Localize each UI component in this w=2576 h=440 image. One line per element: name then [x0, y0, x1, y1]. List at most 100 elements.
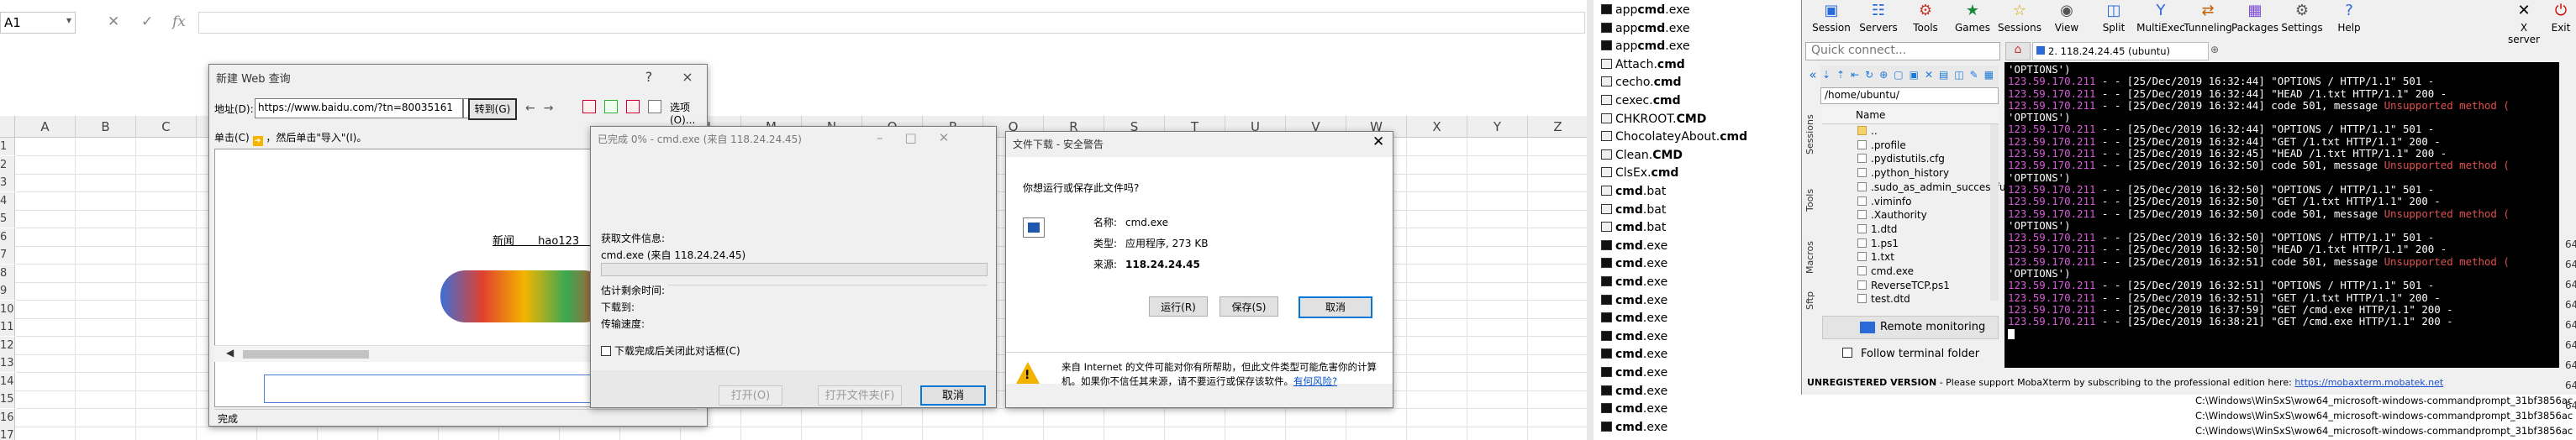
exit-button[interactable]: ⏻ Exit	[2547, 0, 2575, 34]
row-header[interactable]: 15	[0, 390, 15, 408]
list-item[interactable]: CHKROOT.CMD	[1601, 111, 1706, 128]
sftp-file[interactable]: 1.ps1	[1857, 237, 1899, 251]
toolbar-packages-button[interactable]: ▦ Packages	[2229, 0, 2281, 34]
list-item[interactable]: appcmd.exe	[1601, 20, 1690, 38]
list-item[interactable]: cmd.exe	[1601, 419, 1667, 437]
row-header[interactable]: 14	[0, 372, 15, 390]
save-button[interactable]: 保存(S)	[1220, 296, 1278, 317]
list-item[interactable]: Clean.CMD	[1601, 147, 1683, 165]
close-icon[interactable]: ✕	[939, 130, 972, 145]
sftp-file[interactable]: .pydistutils.cfg	[1857, 152, 1945, 166]
sftp-file[interactable]: .profile	[1857, 139, 1906, 153]
xserver-button[interactable]: ✕ X server	[2503, 0, 2545, 45]
toolbar-servers-button[interactable]: ☷ Servers	[1852, 0, 1904, 34]
name-box[interactable]: A1 ▾	[0, 12, 76, 34]
list-item[interactable]: cmd.exe	[1601, 383, 1667, 401]
row-header[interactable]: 7	[0, 246, 15, 264]
row-header[interactable]: 9	[0, 282, 15, 300]
scroll-left-icon[interactable]: ◀	[226, 347, 234, 359]
list-item[interactable]: cmd.exe	[1601, 274, 1667, 291]
sftp-file[interactable]: .sudo_as_admin_successful	[1857, 181, 2009, 195]
column-header[interactable]: Y	[1467, 116, 1528, 138]
row-header[interactable]: 5	[0, 210, 15, 228]
toolbar-multiexec-button[interactable]: Y MultiExec	[2135, 0, 2187, 34]
column-header-name[interactable]: Name	[1822, 107, 1999, 124]
list-item[interactable]: cmd.exe	[1601, 310, 1667, 327]
address-input[interactable]: https://www.baidu.com/?tn=80035161	[255, 98, 463, 118]
column-header[interactable]: X	[1407, 116, 1467, 138]
baidu-doodle[interactable]	[440, 270, 608, 322]
sftp-toolbar-icons[interactable]: ⇣⇡⇤↻⊕▢▣✕▤◫✎▦	[1822, 69, 1999, 81]
sftp-file[interactable]: ReverseTCP.ps1	[1857, 279, 1950, 293]
list-item[interactable]: cmd.exe	[1601, 401, 1667, 418]
column-header[interactable]: C	[136, 116, 197, 138]
side-tab-macros[interactable]: Macros	[1804, 232, 1821, 282]
side-tab-sftp[interactable]: Sftp	[1804, 284, 1821, 317]
row-header[interactable]: 13	[0, 354, 15, 372]
risk-link[interactable]: 有何风险?	[1293, 375, 1337, 387]
row-header[interactable]: 16	[0, 408, 15, 427]
follow-terminal-folder-checkbox[interactable]: Follow terminal folder	[1842, 348, 1979, 360]
toolbar-help-button[interactable]: ? Help	[2323, 0, 2375, 34]
stop-icon[interactable]	[626, 100, 640, 113]
open-button[interactable]: 打开(O)	[719, 385, 782, 406]
quick-connect-input[interactable]: Quick connect...	[1805, 42, 2000, 60]
checkbox-box[interactable]	[601, 346, 611, 356]
list-item[interactable]: appcmd.exe	[1601, 2, 1690, 19]
refresh-icon[interactable]	[604, 100, 618, 113]
column-header[interactable]: A	[15, 116, 76, 138]
sftp-scrollbar[interactable]	[1990, 124, 1999, 301]
maximize-icon[interactable]: □	[905, 130, 939, 145]
list-item[interactable]: cmd.bat	[1601, 219, 1666, 237]
link-news[interactable]: 新闻	[493, 235, 514, 248]
list-item[interactable]: cmd.exe	[1601, 238, 1667, 255]
row-header[interactable]: 1	[0, 138, 15, 155]
row-header[interactable]: 10	[0, 300, 15, 318]
fx-icon[interactable]: fx	[172, 13, 186, 30]
row-header[interactable]: 8	[0, 264, 15, 282]
row-header[interactable]: 11	[0, 318, 15, 336]
home-tab-icon[interactable]: ⌂	[2005, 42, 2031, 60]
list-item[interactable]: Attach.cmd	[1601, 56, 1685, 74]
list-item[interactable]: cecho.cmd	[1601, 74, 1682, 92]
sftp-file[interactable]: 1.txt	[1857, 250, 1894, 265]
help-button[interactable]: ?	[630, 65, 668, 90]
close-button[interactable]: ×	[668, 65, 707, 90]
stop-icon[interactable]	[582, 100, 596, 113]
close-on-complete-checkbox[interactable]: 下载完成后关闭此对话框(C)	[601, 343, 740, 358]
sftp-file[interactable]: .viminfo	[1857, 195, 1911, 209]
list-item[interactable]: cmd.exe	[1601, 364, 1667, 382]
terminal-output[interactable]: 'OPTIONS') 123.59.170.211 - - [25/Dec/201…	[2004, 62, 2559, 368]
list-item[interactable]: cmd.exe	[1601, 346, 1667, 364]
row-header[interactable]: 6	[0, 228, 15, 246]
cancel-icon[interactable]: ✕	[108, 13, 119, 30]
toolbar-games-button[interactable]: ★ Games	[1946, 0, 1999, 34]
list-item[interactable]: cmd.exe	[1601, 328, 1667, 346]
column-header[interactable]: Z	[1528, 116, 1588, 138]
back-icon[interactable]: ←	[525, 102, 544, 115]
row-header[interactable]: 12	[0, 336, 15, 354]
toolbar-tools-button[interactable]: ⚙ Tools	[1899, 0, 1952, 34]
forward-icon[interactable]: →	[544, 102, 562, 115]
list-item[interactable]: cmd.bat	[1601, 202, 1666, 219]
row-header[interactable]: 2	[0, 155, 15, 174]
row-header[interactable]: 17	[0, 427, 15, 440]
toolbar-view-button[interactable]: ◉ View	[2041, 0, 2093, 34]
list-item[interactable]: appcmd.exe	[1601, 38, 1690, 55]
list-item[interactable]: cmd.bat	[1601, 183, 1666, 201]
row-header[interactable]: 4	[0, 191, 15, 210]
list-item[interactable]: ChocolateyAbout.cmd	[1601, 128, 1747, 146]
session-tab[interactable]: 2. 118.24.24.45 (ubuntu)	[2032, 42, 2209, 60]
select-all-corner[interactable]	[0, 116, 15, 138]
remote-monitoring-button[interactable]: Remote monitoring	[1822, 316, 1999, 339]
list-item[interactable]: cmd.exe	[1601, 292, 1667, 310]
sftp-file[interactable]: .Xauthority	[1857, 208, 1927, 223]
scroll-thumb[interactable]	[243, 350, 369, 359]
cancel-button[interactable]: 取消	[1299, 296, 1372, 318]
toolbar-session-button[interactable]: ▣ Session	[1805, 0, 1857, 34]
go-button[interactable]: 转到(G)	[468, 98, 517, 120]
save-icon[interactable]	[648, 100, 661, 113]
side-tab-sessions[interactable]: Sessions	[1804, 109, 1821, 160]
list-item[interactable]: ClsEx.cmd	[1601, 165, 1678, 182]
checkbox-box[interactable]	[1842, 348, 1852, 358]
